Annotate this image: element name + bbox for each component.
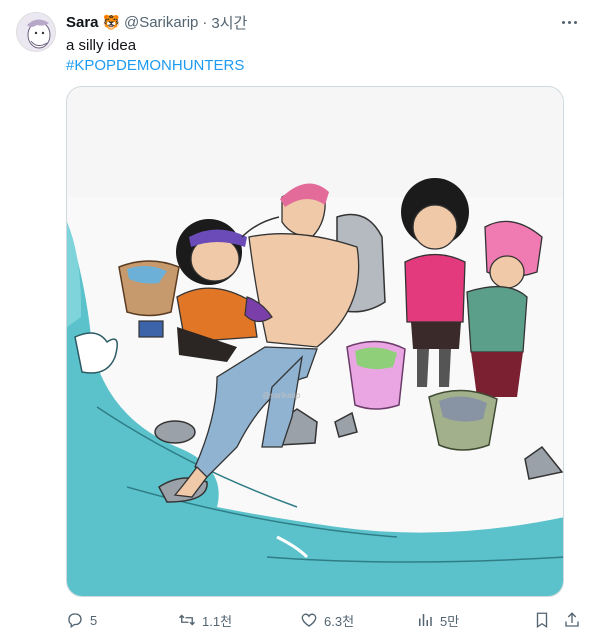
avatar[interactable] [16, 12, 56, 52]
like-button[interactable]: 6.3천 [300, 606, 354, 634]
user-handle[interactable]: @Sarikarip [124, 14, 198, 31]
hashtag-link[interactable]: #KPOPDEMONHUNTERS [66, 56, 244, 76]
tweet-header: Sara 🐯 @Sarikarip · 3시간 [66, 12, 247, 32]
timestamp[interactable]: 3시간 [211, 12, 247, 33]
retweet-count: 1.1천 [202, 613, 233, 629]
tweet: Sara 🐯 @Sarikarip · 3시간 a silly idea #KP… [0, 0, 599, 642]
retweet-button[interactable]: 1.1천 [178, 606, 232, 634]
heart-icon [301, 613, 317, 627]
tiger-emoji: 🐯 [102, 13, 120, 30]
separator-dot: · [202, 13, 208, 31]
retweet-icon [179, 614, 195, 626]
like-count: 6.3천 [324, 613, 355, 629]
bookmark-button[interactable] [533, 606, 551, 634]
reply-icon [68, 613, 82, 629]
display-name[interactable]: Sara [66, 14, 99, 31]
reply-count: 5 [90, 612, 98, 628]
tweet-text: a silly idea [66, 37, 137, 54]
more-options-icon[interactable] [557, 12, 581, 32]
views-button[interactable]: 5만 [416, 606, 459, 634]
share-icon [565, 612, 579, 627]
share-button[interactable] [563, 606, 581, 634]
bookmark-icon [536, 612, 548, 629]
views-count: 5만 [440, 613, 460, 629]
action-bar: 5 1.1천 6.3천 5만 [66, 606, 584, 634]
views-icon [419, 614, 432, 626]
illustration: @sarikarip [67, 87, 563, 596]
reply-button[interactable]: 5 [66, 606, 97, 634]
watermark-text: @sarikarip [262, 391, 301, 400]
tweet-image[interactable]: @sarikarip [66, 86, 564, 597]
